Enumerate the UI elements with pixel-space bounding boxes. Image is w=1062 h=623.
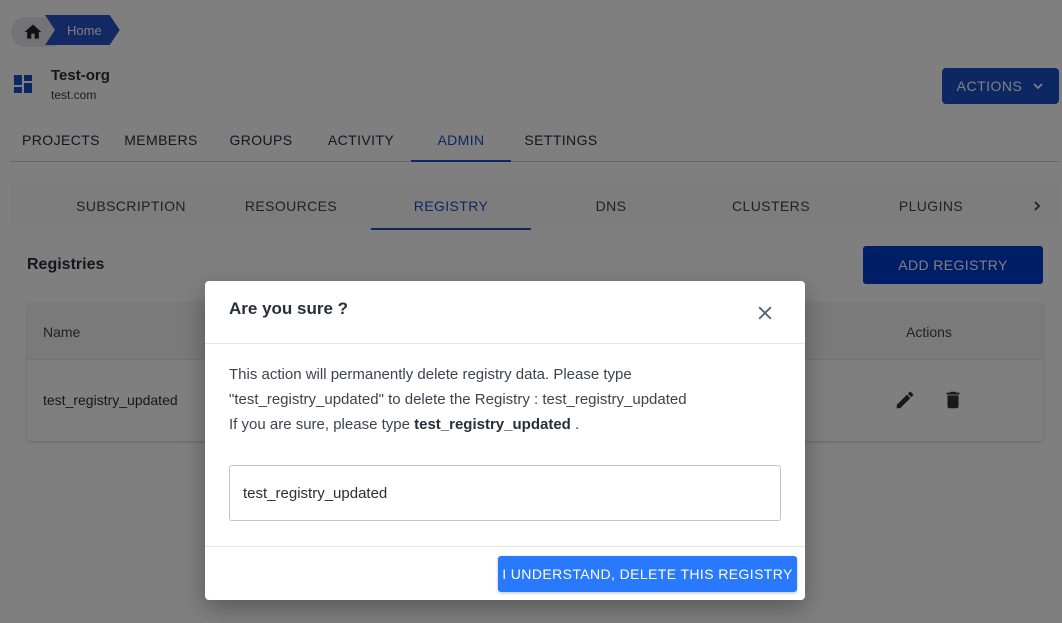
dialog-message-line-2: "test_registry_updated" to delete the Re… xyxy=(229,391,687,408)
confirm-delete-button[interactable]: I UNDERSTAND, DELETE THIS REGISTRY xyxy=(498,556,797,592)
close-icon xyxy=(758,306,772,320)
dialog-message-line-3: If you are sure, please type test_regist… xyxy=(229,412,781,437)
dialog-message-registry-name: test_registry_updated xyxy=(414,416,571,433)
dialog-footer: I UNDERSTAND, DELETE THIS REGISTRY xyxy=(205,547,805,599)
dialog-message: This action will permanently delete regi… xyxy=(229,362,781,437)
dialog-body: This action will permanently delete regi… xyxy=(205,344,805,547)
dialog-message-prefix: If you are sure, please type xyxy=(229,416,415,433)
close-button[interactable] xyxy=(753,301,777,325)
dialog-message-suffix: . xyxy=(570,416,580,433)
dialog-header: Are you sure ? xyxy=(205,281,805,344)
dialog-message-line-1: This action will permanently delete regi… xyxy=(229,366,632,383)
confirm-name-input[interactable] xyxy=(229,465,781,521)
confirm-delete-dialog: Are you sure ? This action will permanen… xyxy=(205,281,805,600)
dialog-title: Are you sure ? xyxy=(229,299,349,318)
